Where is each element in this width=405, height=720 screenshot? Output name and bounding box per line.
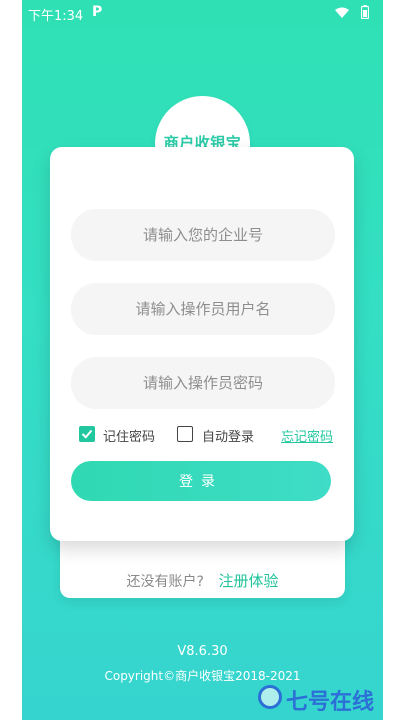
register-question: 还没有账户? [126,574,204,590]
watermark-logo: 七号在线 [258,681,405,715]
status-time: 下午1:34 [28,9,84,24]
remember-password-label[interactable]: 记住密码 [103,426,155,445]
login-button[interactable]: 登录 [71,461,331,501]
auto-login-checkbox[interactable] [177,426,193,442]
password-input[interactable] [71,357,335,409]
app-version: V8.6.30 [177,644,228,659]
forgot-password-link[interactable]: 忘记密码 [281,426,333,445]
app-screen: 下午1:34 P 还没有账户? 注册体验 商户收银宝 记住密码 [22,0,383,720]
status-bar: 下午1:34 P [22,0,383,26]
watermark-text: 七号在线 [286,690,375,715]
checkmark-icon [81,429,93,439]
login-card: 记住密码 自动登录 忘记密码 登录 [50,147,354,541]
login-options: 记住密码 自动登录 忘记密码 [79,426,333,446]
battery-icon [361,5,369,19]
register-link[interactable]: 注册体验 [218,572,278,590]
company-id-input[interactable] [71,209,335,261]
app-indicator: P [92,4,103,20]
watermark-circle-icon [258,685,282,709]
register-line: 还没有账户? 注册体验 [60,570,345,591]
remember-password-checkbox[interactable] [79,426,95,442]
wifi-icon [335,7,349,18]
username-input[interactable] [71,283,335,335]
auto-login-label[interactable]: 自动登录 [202,426,254,445]
